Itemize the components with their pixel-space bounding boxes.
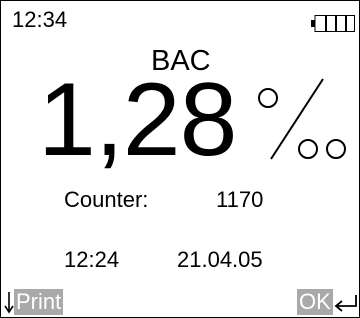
test-time: 12:24 (64, 247, 120, 272)
counter-value: 1170 (216, 187, 264, 212)
battery-icon (311, 15, 355, 32)
print-softkey-label: Print (14, 289, 64, 315)
ok-softkey[interactable]: OK (297, 288, 359, 316)
bac-reading-value: 1,28 (38, 62, 237, 178)
print-softkey[interactable]: Print (4, 288, 64, 316)
arrow-down-icon (4, 292, 14, 314)
counter-label: Counter: (64, 187, 149, 212)
test-date: 21.04.05 (177, 247, 263, 272)
enter-arrow-icon (334, 295, 357, 312)
status-clock: 12:34 (12, 7, 68, 32)
ok-softkey-label: OK (297, 289, 333, 315)
permille-icon (258, 78, 346, 160)
device-screen: 12:34 BAC 1,28 Counter: 1170 12:24 21.04… (0, 0, 360, 318)
